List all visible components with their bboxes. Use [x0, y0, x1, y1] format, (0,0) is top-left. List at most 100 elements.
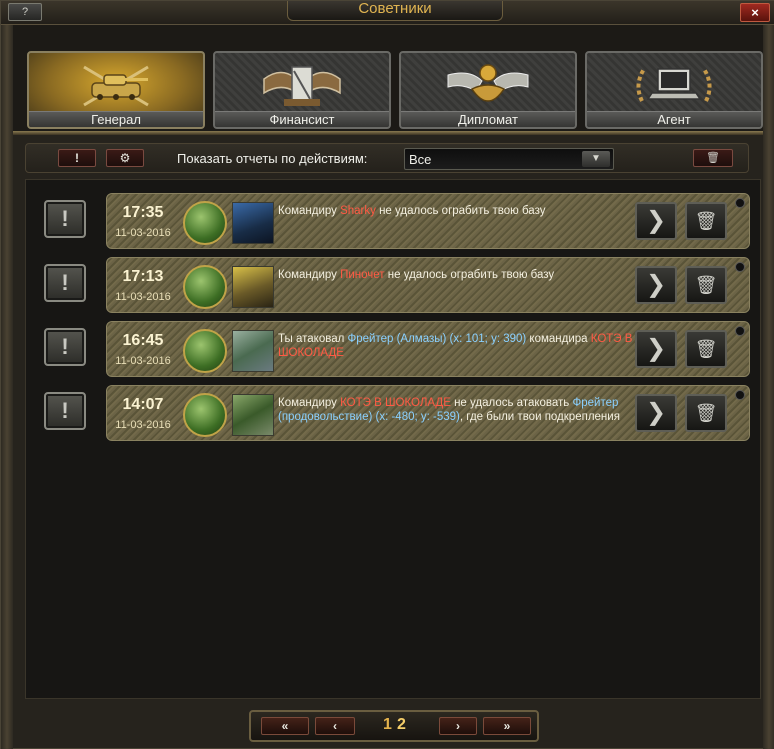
report-card: 14:07 11-03-2016 Командиру КОТЭ В ШОКОЛА…: [106, 385, 750, 441]
player-name-link[interactable]: КОТЭ В ШОКОЛАДЕ: [340, 397, 451, 409]
delete-report-button[interactable]: 🗑: [685, 266, 727, 304]
chevron-right-icon: ❯: [645, 271, 667, 298]
player-name-link[interactable]: Пиночет: [340, 269, 384, 281]
tab-label: Финансист: [269, 112, 335, 127]
report-flag-button[interactable]: !: [44, 200, 86, 238]
tab-general[interactable]: Генерал: [27, 51, 205, 129]
filter-label: Показать отчеты по действиям:: [177, 151, 368, 166]
handshake-emblem-icon: [447, 64, 529, 102]
report-time: 17:13: [122, 268, 164, 285]
report-message: Командиру Пиночет не удалось ограбить тв…: [278, 268, 638, 282]
tab-label-bar: Дипломат: [401, 111, 575, 127]
tab-label-bar: Генерал: [29, 111, 203, 127]
tab-label-bar: Финансист: [215, 111, 389, 127]
chevron-down-icon[interactable]: ▼: [582, 151, 610, 167]
alert-filter-button[interactable]: !: [58, 149, 96, 167]
open-report-button[interactable]: ❯: [635, 202, 677, 240]
delete-all-button[interactable]: 🗑: [693, 149, 733, 167]
report-filter-select[interactable]: Все ▼: [404, 148, 614, 170]
window-title: Советники: [358, 0, 432, 17]
tab-label: Дипломат: [458, 112, 518, 127]
message-text: не удалось ограбить твою базу: [384, 269, 555, 281]
forest-base-avatar: [232, 394, 274, 436]
report-card: 17:35 11-03-2016 Командиру Sharky не уда…: [106, 193, 750, 249]
exclamation-icon: !: [61, 270, 69, 295]
laptop-emblem-icon: [636, 67, 712, 102]
help-button[interactable]: ?: [8, 3, 42, 21]
open-report-button[interactable]: ❯: [635, 266, 677, 304]
advisor-tabs: Генерал Финансист Дипломат Агент: [13, 25, 763, 135]
exclamation-icon: !: [61, 206, 69, 231]
report-date: 11-03-2016: [115, 355, 171, 367]
report-message: Командиру Sharky не удалось ограбить тво…: [278, 204, 638, 218]
report-date: 11-03-2016: [115, 419, 171, 431]
first-page-button[interactable]: «: [261, 717, 309, 735]
tab-label: Генерал: [91, 112, 141, 127]
trash-icon: 🗑: [694, 211, 718, 231]
exclamation-icon: !: [61, 398, 69, 423]
chevron-right-icon: ❯: [645, 335, 667, 362]
location-link[interactable]: Фрейтер (Алмазы) (x: 101; y: 390): [348, 333, 527, 345]
next-page-button[interactable]: ›: [439, 717, 477, 735]
message-text: командира: [526, 333, 591, 345]
tab-agent[interactable]: Агент: [585, 51, 763, 129]
report-time: 14:07: [122, 396, 164, 413]
pistol-medal-icon: [183, 201, 227, 245]
delete-report-button[interactable]: 🗑: [685, 202, 727, 240]
message-text: не удалось атаковать: [450, 397, 573, 409]
right-rail: [763, 25, 774, 749]
chevron-right-icon: ❯: [645, 399, 667, 426]
gear-icon: ⚙: [119, 151, 131, 165]
message-text: , где были твои подкрепления: [459, 411, 620, 423]
report-card: 16:45 11-03-2016 Ты атаковал Фрейтер (Ал…: [106, 321, 750, 377]
title-bar: ? Советники ×: [1, 1, 774, 25]
tab-diplomat[interactable]: Дипломат: [399, 51, 577, 129]
unread-indicator: [735, 326, 745, 336]
tab-financier[interactable]: Финансист: [213, 51, 391, 129]
trash-icon: 🗑: [694, 275, 718, 295]
prev-page-button[interactable]: ‹: [315, 717, 355, 735]
tabs-divider: [13, 131, 763, 135]
pistol-medal-icon: [183, 265, 227, 309]
report-date: 11-03-2016: [115, 291, 171, 303]
sniper-avatar: [232, 266, 274, 308]
report-flag-button[interactable]: !: [44, 328, 86, 366]
supply-medal-icon: [183, 393, 227, 437]
unread-indicator: [735, 198, 745, 208]
soldier-avatar: [232, 202, 274, 244]
trash-icon: 🗑: [694, 403, 718, 423]
base-avatar: [232, 330, 274, 372]
supply-medal-icon: [183, 329, 227, 373]
delete-report-button[interactable]: 🗑: [685, 394, 727, 432]
delete-report-button[interactable]: 🗑: [685, 330, 727, 368]
trash-icon: 🗑: [694, 339, 718, 359]
page-number-current[interactable]: 2: [397, 716, 406, 734]
pagination: « ‹ 1 2 › »: [249, 710, 539, 742]
trash-icon: 🗑: [706, 152, 720, 164]
message-text: Командиру: [278, 205, 341, 217]
reports-list: ! 17:35 11-03-2016 Командиру Sharky не у…: [25, 179, 761, 699]
exclamation-icon: !: [61, 334, 69, 359]
report-time: 16:45: [122, 332, 164, 349]
last-page-button[interactable]: »: [483, 717, 531, 735]
close-button[interactable]: ×: [740, 3, 770, 22]
message-text: Командиру: [278, 397, 341, 409]
report-flag-button[interactable]: !: [44, 264, 86, 302]
report-message: Командиру КОТЭ В ШОКОЛАДЕ не удалось ата…: [278, 396, 628, 424]
tab-label: Агент: [657, 112, 691, 127]
page-number[interactable]: 1: [383, 716, 392, 734]
open-report-button[interactable]: ❯: [635, 394, 677, 432]
report-flag-button[interactable]: !: [44, 392, 86, 430]
filter-bar: ! ⚙ Показать отчеты по действиям: Все ▼ …: [25, 143, 749, 173]
left-rail: [1, 25, 13, 749]
player-name-link[interactable]: Sharky: [340, 205, 376, 217]
unread-indicator: [735, 390, 745, 400]
open-report-button[interactable]: ❯: [635, 330, 677, 368]
tab-label-bar: Агент: [587, 111, 761, 127]
settings-button[interactable]: ⚙: [106, 149, 144, 167]
message-text: не удалось ограбить твою базу: [375, 205, 546, 217]
title-plate: Советники: [287, 1, 503, 21]
advisors-window: ? Советники × Генерал Финансист Дипломат…: [0, 0, 774, 749]
tank-emblem-icon: [83, 65, 149, 107]
report-filter-value: Все: [409, 152, 432, 167]
